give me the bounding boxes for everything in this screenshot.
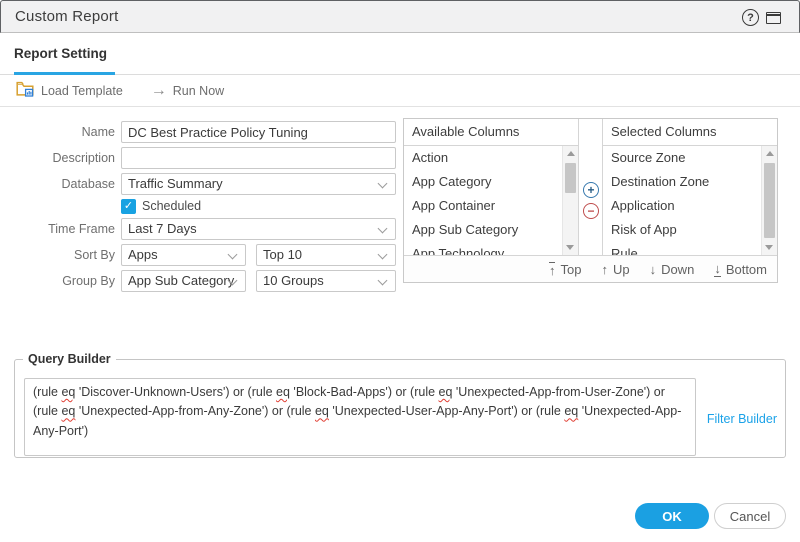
move-down-button[interactable]: ↓ Down (650, 262, 695, 277)
group-by-limit-value: 10 Groups (263, 273, 324, 288)
filter-builder-link[interactable]: Filter Builder (707, 412, 777, 426)
dialog-title: Custom Report (15, 8, 119, 25)
arrow-to-bottom-icon: ↓ (714, 260, 721, 277)
load-template-folder-icon (16, 81, 35, 100)
chevron-down-icon (377, 249, 388, 260)
custom-report-dialog: Custom Report ? Report Setting Load Temp… (0, 0, 800, 542)
report-toolbar: Load Template → Run Now (0, 75, 800, 107)
sort-by-select[interactable]: Apps (121, 244, 246, 266)
description-label: Description (52, 151, 115, 165)
run-now-arrow-icon: → (150, 81, 167, 99)
list-item[interactable]: Action (404, 146, 562, 170)
list-item[interactable]: App Container (404, 194, 562, 218)
database-value: Traffic Summary (128, 176, 223, 191)
chevron-down-icon (227, 249, 238, 260)
ok-button[interactable]: OK (635, 503, 709, 529)
move-top-button[interactable]: ↑ Top (548, 261, 582, 278)
move-bottom-button[interactable]: ↓ Bottom (714, 262, 767, 277)
available-columns-scrollbar[interactable] (562, 146, 578, 255)
time-frame-label: Time Frame (48, 222, 115, 236)
query-input[interactable]: (rule eq 'Discover-Unknown-Users') or (r… (24, 378, 696, 456)
scheduled-checkbox[interactable]: ✓ (121, 199, 136, 214)
database-label: Database (61, 177, 115, 191)
list-item[interactable]: App Sub Category (404, 218, 562, 242)
load-template-label: Load Template (41, 83, 123, 98)
name-input[interactable] (121, 121, 396, 143)
arrow-up-icon: ↑ (601, 261, 608, 277)
scroll-up-icon[interactable] (566, 151, 575, 156)
list-item[interactable]: App Technology (404, 242, 562, 255)
titlebar-icons: ? (742, 1, 781, 34)
group-by-label: Group By (62, 274, 115, 288)
move-up-button[interactable]: ↑ Up (601, 262, 629, 277)
sort-by-label: Sort By (74, 248, 115, 262)
scroll-up-icon[interactable] (765, 151, 774, 156)
name-label: Name (81, 125, 115, 139)
column-transfer-strip: + − (578, 119, 603, 255)
selected-columns-scrollbar[interactable] (761, 146, 777, 255)
scheduled-label: Scheduled (142, 199, 202, 213)
remove-column-button[interactable]: − (583, 203, 599, 219)
arrow-to-top-icon: ↑ (548, 261, 556, 278)
time-frame-value: Last 7 Days (128, 221, 197, 236)
available-columns-list: Action App Category App Container App Sub C… (404, 146, 562, 255)
move-bottom-label: Bottom (725, 261, 767, 277)
available-columns-header: Available Columns (404, 119, 578, 146)
help-icon[interactable]: ? (742, 9, 759, 26)
columns-panel: Available Columns + − Selected Columns A… (403, 118, 778, 283)
list-item[interactable]: App Category (404, 170, 562, 194)
group-by-value: App Sub Category (128, 273, 235, 288)
window-icon[interactable] (766, 11, 781, 24)
list-item[interactable]: Application (603, 194, 761, 218)
chevron-down-icon (377, 178, 388, 189)
chevron-down-icon (377, 275, 388, 286)
cancel-button[interactable]: Cancel (714, 503, 786, 529)
move-down-label: Down (661, 261, 695, 277)
tab-report-setting[interactable]: Report Setting (14, 46, 107, 61)
list-item[interactable]: Rule (603, 242, 761, 255)
group-by-select[interactable]: App Sub Category (121, 270, 246, 292)
scrollbar-thumb[interactable] (565, 163, 576, 193)
scroll-down-icon[interactable] (765, 245, 773, 250)
selected-columns-cell: Source Zone Destination Zone Application Ri… (603, 146, 777, 255)
tab-bar: Report Setting (0, 33, 800, 75)
sort-by-limit-value: Top 10 (263, 247, 303, 262)
run-now-button[interactable]: → Run Now (150, 81, 225, 99)
list-item[interactable]: Risk of App (603, 218, 761, 242)
time-frame-select[interactable]: Last 7 Days (121, 218, 396, 240)
scrollbar-thumb[interactable] (764, 163, 775, 238)
sort-by-value: Apps (128, 247, 158, 262)
run-now-label: Run Now (172, 83, 225, 98)
column-order-toolbar: ↑ Top ↑ Up ↓ Down ↓ Bottom (404, 255, 777, 282)
chevron-down-icon (377, 223, 388, 234)
scroll-down-icon[interactable] (566, 245, 574, 250)
sort-by-limit-select[interactable]: Top 10 (256, 244, 396, 266)
dialog-titlebar: Custom Report ? (0, 0, 800, 33)
list-item[interactable]: Source Zone (603, 146, 761, 170)
available-columns-cell: Action App Category App Container App Sub C… (404, 146, 578, 255)
group-by-limit-select[interactable]: 10 Groups (256, 270, 396, 292)
query-builder-legend: Query Builder (28, 352, 111, 366)
selected-columns-list: Source Zone Destination Zone Application Ri… (603, 146, 761, 255)
arrow-down-icon: ↓ (649, 261, 657, 277)
database-select[interactable]: Traffic Summary (121, 173, 396, 195)
move-top-label: Top (560, 261, 582, 277)
query-builder-group: Query Builder (rule eq 'Discover-Unknown… (14, 352, 786, 458)
list-item[interactable]: Destination Zone (603, 170, 761, 194)
description-input[interactable] (121, 147, 396, 169)
add-column-button[interactable]: + (583, 182, 599, 198)
selected-columns-header: Selected Columns (603, 119, 777, 146)
load-template-button[interactable]: Load Template (16, 81, 123, 100)
move-up-label: Up (612, 261, 630, 277)
